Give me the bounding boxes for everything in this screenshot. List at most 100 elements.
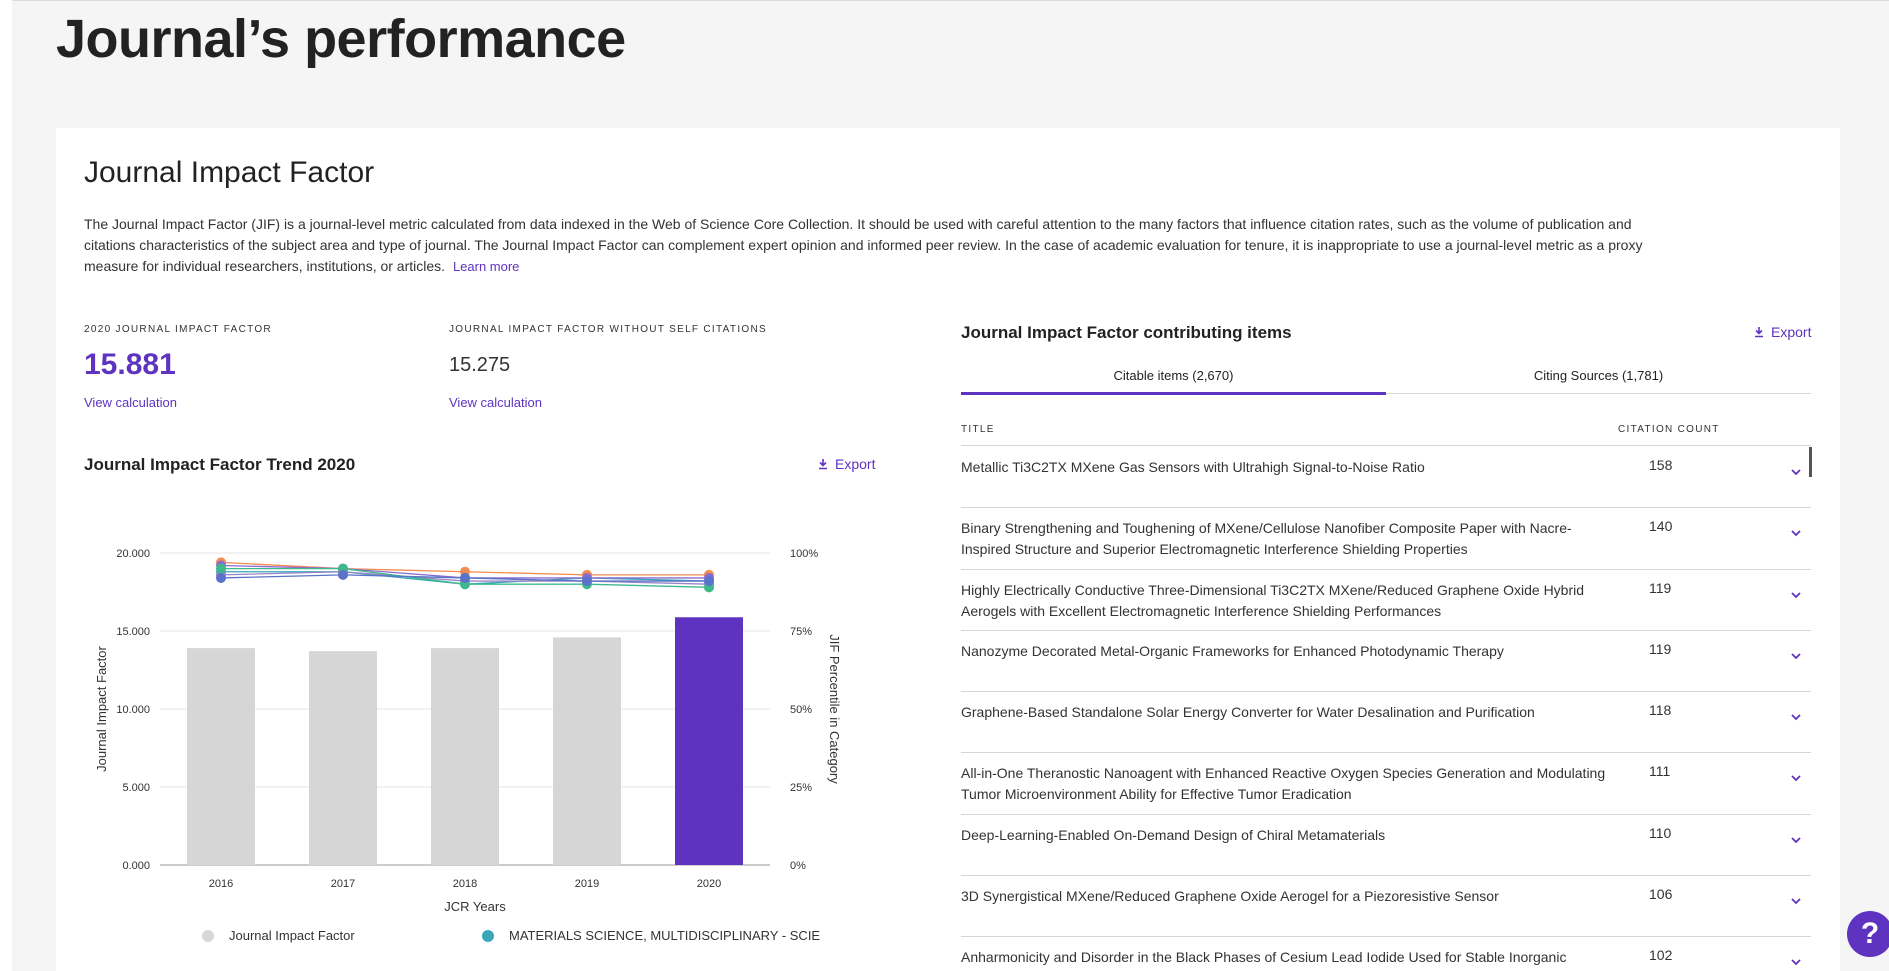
row-title: Binary Strengthening and Toughening of M… bbox=[961, 520, 1572, 558]
legend-swatch bbox=[482, 930, 494, 942]
trend-export-button[interactable]: Export bbox=[817, 456, 875, 472]
col-count-header: Citation count bbox=[1618, 424, 1720, 435]
y-right-tick-label: 100% bbox=[790, 548, 818, 560]
y-tick-label: 20.000 bbox=[116, 548, 150, 560]
learn-more-link[interactable]: Learn more bbox=[453, 259, 519, 274]
row-title: Highly Electrically Conductive Three-Dim… bbox=[961, 581, 1585, 619]
jif-description: The Journal Impact Factor (JIF) is a jou… bbox=[84, 214, 1684, 277]
percentile-point bbox=[216, 572, 226, 583]
chevron-down-icon[interactable] bbox=[1789, 833, 1803, 847]
contrib-table-header: Title Citation count bbox=[961, 424, 1811, 446]
contrib-table-body: Metallic Ti3C2TX MXene Gas Sensors with … bbox=[961, 447, 1811, 971]
bar-2018 bbox=[431, 648, 499, 865]
tab-citing-sources[interactable]: Citing Sources (1,781) bbox=[1386, 364, 1811, 393]
table-row[interactable]: All-in-One Theranostic Nanoagent with En… bbox=[961, 753, 1811, 815]
chevron-down-icon[interactable] bbox=[1789, 955, 1803, 969]
contrib-export-label: Export bbox=[1771, 324, 1812, 340]
chevron-down-icon[interactable] bbox=[1789, 465, 1803, 479]
row-title: Deep-Learning-Enabled On-Demand Design o… bbox=[961, 826, 1386, 843]
contrib-title: Journal Impact Factor contributing items bbox=[961, 323, 1292, 342]
chevron-down-icon[interactable] bbox=[1789, 894, 1803, 908]
row-citation-count: 111 bbox=[1649, 763, 1671, 780]
percentile-point bbox=[704, 576, 714, 587]
table-row[interactable]: 3D Synergistical MXene/Reduced Graphene … bbox=[961, 876, 1811, 938]
page-title: Journal’s performance bbox=[56, 9, 626, 69]
y-right-tick-label: 0% bbox=[790, 860, 806, 872]
y-right-tick-label: 50% bbox=[790, 704, 812, 716]
download-icon bbox=[819, 459, 827, 470]
y-right-axis-label: JIF Percentile in Category bbox=[827, 634, 842, 784]
bar-2017 bbox=[309, 651, 377, 865]
table-row[interactable]: Binary Strengthening and Toughening of M… bbox=[961, 508, 1811, 570]
metric-jif-no-self-value: 15.275 bbox=[449, 354, 511, 376]
contrib-tabs: Citable items (2,670) Citing Sources (1,… bbox=[961, 364, 1811, 395]
percentile-point bbox=[582, 576, 592, 587]
row-title: 3D Synergistical MXene/Reduced Graphene … bbox=[961, 888, 1499, 905]
col-title-header: Title bbox=[961, 424, 995, 435]
row-citation-count: 106 bbox=[1649, 886, 1673, 903]
metric-2020-jif-label: 2020 Journal Impact Factor bbox=[84, 324, 272, 335]
percentile-point bbox=[216, 563, 226, 574]
table-row[interactable]: Deep-Learning-Enabled On-Demand Design o… bbox=[961, 815, 1811, 877]
table-row[interactable]: Highly Electrically Conductive Three-Dim… bbox=[961, 570, 1811, 631]
row-title: Anharmonicity and Disorder in the Black … bbox=[961, 949, 1567, 971]
jif-trend-chart: 0.000 5.000 10.000 15.000 20.000 0% 25% 50% 75% 1… bbox=[80, 508, 960, 968]
y-axis-label: Journal Impact Factor bbox=[94, 645, 109, 771]
legend-label: MATERIALS SCIENCE, MULTIDISCIPLINARY - S… bbox=[509, 928, 820, 943]
table-row[interactable]: Anharmonicity and Disorder in the Black … bbox=[961, 937, 1811, 971]
jif-description-text: The Journal Impact Factor (JIF) is a jou… bbox=[84, 216, 1643, 274]
chevron-down-icon[interactable] bbox=[1789, 771, 1803, 785]
row-citation-count: 119 bbox=[1649, 640, 1672, 657]
legend-swatch bbox=[202, 930, 214, 942]
view-calculation-link-2[interactable]: View calculation bbox=[449, 395, 542, 410]
chevron-down-icon[interactable] bbox=[1789, 710, 1803, 724]
x-tick-label: 2016 bbox=[209, 878, 233, 890]
bar-2016 bbox=[187, 648, 255, 865]
jif-card: Journal Impact Factor The Journal Impact… bbox=[56, 128, 1840, 971]
chevron-down-icon[interactable] bbox=[1789, 649, 1803, 663]
x-axis-label: JCR Years bbox=[444, 899, 506, 914]
download-icon bbox=[1755, 327, 1763, 338]
help-button[interactable]: ? bbox=[1847, 911, 1889, 957]
tab-citable-items[interactable]: Citable items (2,670) bbox=[961, 364, 1386, 395]
bar-2019 bbox=[553, 637, 621, 865]
view-calculation-link-1[interactable]: View calculation bbox=[84, 395, 177, 410]
row-citation-count: 102 bbox=[1649, 947, 1673, 964]
table-scrollbar[interactable] bbox=[1809, 447, 1812, 477]
contrib-export-button[interactable]: Export bbox=[1753, 324, 1811, 340]
table-row[interactable]: Metallic Ti3C2TX MXene Gas Sensors with … bbox=[961, 447, 1811, 509]
x-tick-label: 2019 bbox=[575, 878, 599, 890]
row-title: All-in-One Theranostic Nanoagent with En… bbox=[961, 765, 1606, 803]
table-row[interactable]: Nanozyme Decorated Metal-Organic Framewo… bbox=[961, 631, 1811, 693]
row-title: Metallic Ti3C2TX MXene Gas Sensors with … bbox=[961, 459, 1425, 475]
row-title: Nanozyme Decorated Metal-Organic Framewo… bbox=[961, 642, 1504, 659]
row-citation-count: 118 bbox=[1649, 702, 1672, 719]
row-citation-count: 110 bbox=[1649, 824, 1672, 841]
percentile-point bbox=[338, 569, 348, 580]
row-citation-count: 140 bbox=[1649, 518, 1673, 535]
row-title: Graphene-Based Standalone Solar Energy C… bbox=[961, 704, 1535, 721]
chevron-down-icon[interactable] bbox=[1789, 588, 1803, 602]
metric-jif-no-self-label: Journal Impact Factor without self citat… bbox=[449, 324, 767, 335]
y-right-tick-label: 25% bbox=[790, 782, 812, 794]
x-tick-label: 2020 bbox=[697, 878, 721, 890]
bar-2020 bbox=[675, 617, 743, 865]
jif-trend-chart-svg: 0.000 5.000 10.000 15.000 20.000 0% 25% 50% 75% 1… bbox=[94, 548, 842, 943]
row-citation-count: 119 bbox=[1649, 579, 1672, 596]
y-tick-label: 10.000 bbox=[116, 704, 150, 716]
x-tick-label: 2017 bbox=[331, 878, 355, 890]
y-tick-label: 0.000 bbox=[122, 860, 150, 872]
table-row[interactable]: Graphene-Based Standalone Solar Energy C… bbox=[961, 692, 1811, 754]
percentile-point bbox=[460, 572, 470, 583]
y-right-tick-label: 75% bbox=[790, 626, 812, 638]
y-tick-label: 5.000 bbox=[122, 782, 150, 794]
legend-label: Journal Impact Factor bbox=[229, 928, 355, 943]
trend-title: Journal Impact Factor Trend 2020 bbox=[84, 455, 356, 474]
metric-2020-jif-value: 15.881 bbox=[84, 348, 176, 381]
y-tick-label: 15.000 bbox=[116, 626, 150, 638]
row-citation-count: 158 bbox=[1649, 457, 1673, 473]
trend-export-label: Export bbox=[835, 456, 876, 472]
x-tick-label: 2018 bbox=[453, 878, 477, 890]
chevron-down-icon[interactable] bbox=[1789, 526, 1803, 540]
section-title: Journal Impact Factor bbox=[84, 156, 375, 189]
